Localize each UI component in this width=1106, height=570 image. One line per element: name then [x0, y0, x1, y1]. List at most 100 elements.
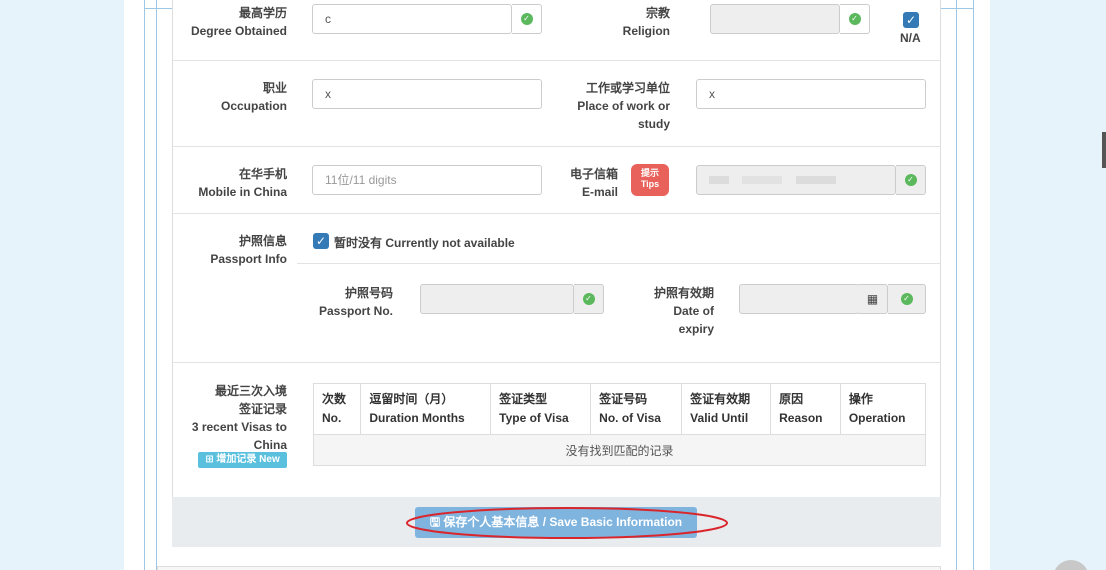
workplace-label-cn: 工作或学习单位: [585, 81, 670, 95]
workplace-input[interactable]: x: [696, 79, 926, 109]
email-tips-button[interactable]: 提示 Tips: [631, 164, 669, 196]
occupation-value: x: [325, 87, 331, 101]
row-divider: [172, 146, 941, 147]
passport-expiry-status: ✓: [888, 284, 926, 314]
passport-not-available-checkbox[interactable]: ✓: [313, 233, 329, 249]
passport-number-label-cn: 护照号码: [344, 286, 393, 300]
column-header-operation[interactable]: 操作 Operation: [840, 384, 925, 435]
passport-not-available-label: 暂时没有 Currently not available: [334, 236, 515, 250]
religion-input[interactable]: [710, 4, 840, 34]
passport-label: 护照信息 Passport Info: [172, 232, 287, 268]
calendar-button[interactable]: ▦: [858, 284, 888, 314]
column-header-visa-number[interactable]: 签证号码 No. of Visa: [590, 383, 683, 435]
degree-input[interactable]: c: [312, 4, 512, 34]
religion-label-cn: 宗教: [645, 6, 670, 20]
degree-status: ✓: [512, 4, 542, 34]
email-status: ✓: [896, 165, 926, 195]
calendar-icon: ▦: [866, 292, 879, 306]
visas-table: 次数 No. 逗留时间（月） Duration Months 签证类型 Type of…: [313, 383, 926, 466]
table-header-row: 次数 No. 逗留时间（月） Duration Months 签证类型 Type of…: [313, 383, 926, 435]
email-label-en: E-mail: [581, 185, 618, 199]
column-header-cn: 逗留时间（月）: [369, 392, 454, 406]
check-circle-icon: ✓: [582, 293, 595, 305]
frame-line-right-inner: [956, 0, 957, 570]
degree-label-cn: 最高学历: [238, 6, 287, 20]
column-header-cn: 操作: [848, 392, 873, 406]
side-tab[interactable]: [1102, 132, 1106, 168]
religion-label-en: Religion: [622, 24, 670, 38]
passport-expiry-label-en-2: expiry: [678, 322, 714, 336]
passport-number-label: 护照号码 Passport No.: [300, 284, 393, 320]
page-margin-left: [0, 0, 124, 570]
row-divider: [172, 213, 941, 214]
degree-value: c: [325, 12, 331, 26]
column-header-en: No. of Visa: [599, 411, 661, 425]
column-header-cn: 签证有效期: [690, 392, 751, 406]
tips-label-en: Tips: [640, 179, 660, 189]
check-circle-icon: ✓: [904, 174, 917, 186]
frame-line-right: [973, 0, 974, 570]
occupation-label-cn: 职业: [262, 81, 287, 95]
row-divider: [172, 60, 941, 61]
visas-label: 最近三次入境 签证记录 3 recent Visas to China: [172, 382, 287, 454]
religion-status: ✓: [840, 4, 870, 34]
column-header-no[interactable]: 次数 No.: [313, 383, 362, 435]
passport-label-en: Passport Info: [210, 252, 287, 266]
column-header-reason[interactable]: 原因 Reason: [770, 383, 841, 435]
frame-line-left: [144, 0, 145, 570]
mobile-label-cn: 在华手机: [238, 167, 287, 181]
check-circle-icon: ✓: [900, 293, 913, 305]
passport-expiry-label-cn: 护照有效期: [653, 286, 714, 300]
mobile-label-en: Mobile in China: [198, 185, 287, 199]
mobile-input[interactable]: 11位/11 digits: [312, 165, 542, 195]
column-header-en: Reason: [779, 411, 823, 425]
add-visa-record-button[interactable]: ⊞ 增加记录 New: [198, 452, 287, 468]
column-header-cn: 次数: [322, 392, 347, 406]
tips-label-cn: 提示: [640, 168, 659, 178]
check-circle-icon: ✓: [848, 13, 861, 25]
passport-label-cn: 护照信息: [238, 234, 287, 248]
column-header-type[interactable]: 签证类型 Type of Visa: [490, 383, 592, 435]
workplace-value: x: [709, 87, 715, 101]
visas-label-cn-2: 签证记录: [238, 402, 287, 416]
email-input[interactable]: [696, 165, 896, 195]
column-header-valid-until[interactable]: 签证有效期 Valid Until: [681, 383, 772, 435]
redacted-block: [742, 176, 783, 184]
passport-number-input[interactable]: [420, 284, 574, 314]
occupation-label: 职业 Occupation: [172, 79, 287, 115]
column-header-cn: 签证号码: [599, 392, 648, 406]
save-basic-info-button[interactable]: 🖫 保存个人基本信息 / Save Basic Information: [415, 507, 697, 538]
passport-expiry-label-en-1: Date of: [673, 304, 714, 318]
column-header-en: Type of Visa: [499, 411, 569, 425]
email-label-cn: 电子信箱: [569, 167, 618, 181]
religion-label: 宗教 Religion: [560, 4, 670, 40]
row-divider: [297, 263, 941, 264]
visas-label-cn-1: 最近三次入境: [214, 384, 287, 398]
redacted-block: [709, 176, 729, 184]
column-header-en: No.: [322, 411, 342, 425]
row-divider: [172, 362, 941, 363]
column-header-en: Operation: [848, 411, 906, 425]
religion-na-label: N/A: [900, 31, 921, 45]
email-label: 电子信箱 E-mail: [560, 165, 618, 201]
occupation-input[interactable]: x: [312, 79, 542, 109]
redacted-block: [795, 176, 836, 184]
passport-expiry-input[interactable]: [739, 284, 859, 314]
passport-expiry-label: 护照有效期 Date of expiry: [630, 284, 714, 338]
column-header-cn: 签证类型: [499, 392, 548, 406]
occupation-label-en: Occupation: [220, 99, 287, 113]
workplace-label: 工作或学习单位 Place of work or study: [560, 79, 670, 133]
column-header-cn: 原因: [779, 392, 804, 406]
religion-na-checkbox[interactable]: ✓: [903, 12, 919, 28]
empty-table-message: 没有找到匹配的记录: [313, 434, 926, 466]
column-header-en: Duration Months: [369, 411, 465, 425]
check-circle-icon: ✓: [520, 13, 533, 25]
mobile-label: 在华手机 Mobile in China: [172, 165, 287, 201]
column-header-en: Valid Until: [690, 411, 749, 425]
workplace-label-en-1: Place of work or: [577, 99, 670, 113]
page-margin-right: [990, 0, 1106, 570]
frame-line-left-inner: [156, 0, 157, 570]
mobile-placeholder: 11位/11 digits: [325, 173, 397, 187]
column-header-duration[interactable]: 逗留时间（月） Duration Months: [360, 383, 492, 435]
workplace-label-en-2: study: [637, 117, 670, 131]
